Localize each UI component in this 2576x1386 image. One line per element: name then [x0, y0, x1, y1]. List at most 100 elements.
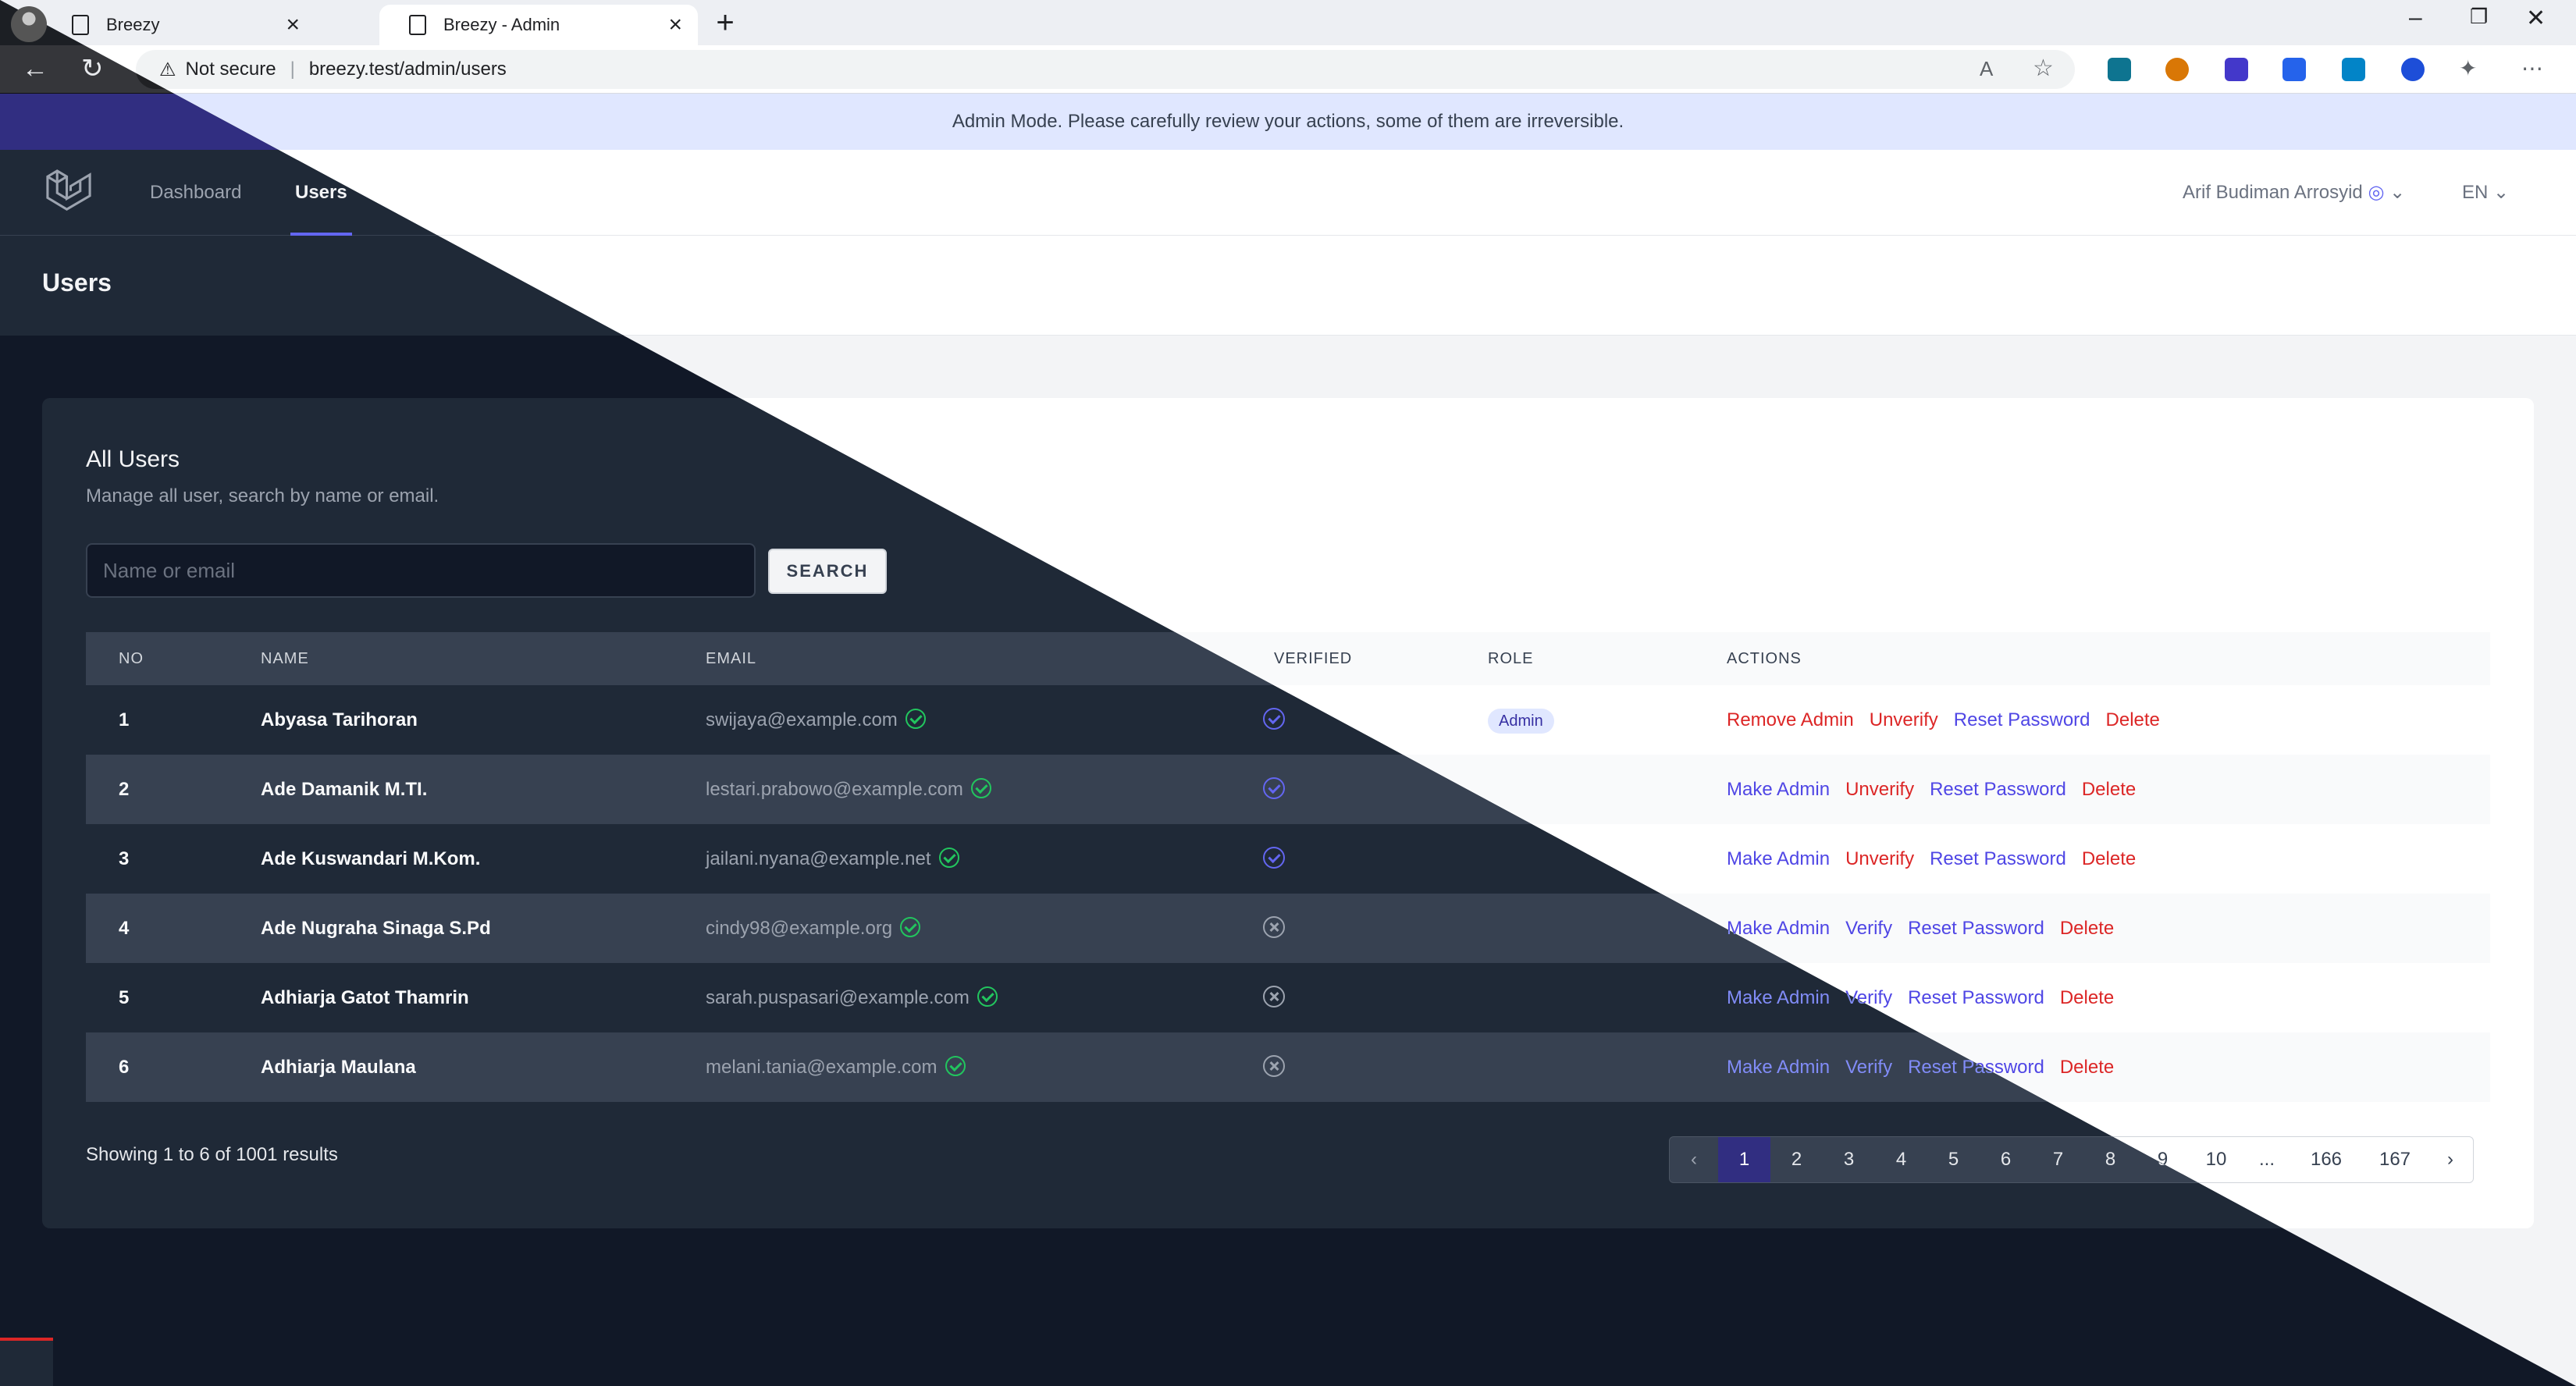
chevron-down-icon: ⌄ [2493, 182, 2510, 203]
more-menu-icon[interactable]: ⋯ [2521, 53, 2543, 84]
reload-icon[interactable]: ↻ [81, 53, 104, 84]
email-check-icon [938, 847, 959, 868]
make-admin-link[interactable]: Make Admin [1727, 1057, 1830, 1078]
extensions-puzzle-icon[interactable]: ✦ [2459, 53, 2477, 84]
unverified-x-icon [1263, 915, 1285, 938]
page-link[interactable]: 10 [2189, 1137, 2243, 1182]
close-tab-icon[interactable]: × [286, 13, 300, 37]
browser-tab-active[interactable]: Breezy - Admin × [379, 5, 698, 45]
url-separator: | [290, 59, 295, 80]
search-button[interactable]: SEARCH [768, 549, 887, 594]
page-icon [72, 15, 89, 35]
email-check-icon [900, 916, 921, 937]
verified-cell [1263, 963, 1285, 1032]
page-link[interactable]: 6 [1980, 1137, 2032, 1182]
next-page-icon[interactable]: › [2428, 1137, 2473, 1182]
actions-cell: Make Admin Unverify Reset Password Delete [1727, 755, 2151, 824]
page-icon [409, 15, 426, 35]
user-name-cell: Adhiarja Gatot Thamrin [261, 987, 469, 1008]
column-header: ROLE [1488, 650, 1534, 667]
close-tab-icon[interactable]: × [668, 13, 682, 37]
close-window-icon[interactable]: ✕ [2526, 5, 2546, 32]
actions-cell: Make Admin Unverify Reset Password Delete [1727, 824, 2151, 894]
extension-icon[interactable] [2108, 58, 2131, 81]
page-link[interactable]: 2 [1770, 1137, 1823, 1182]
user-menu[interactable]: Arif Budiman Arrosyid ◎ ⌄ [2183, 150, 2405, 236]
actions-cell: Make Admin Verify Reset Password Delete [1727, 894, 2129, 963]
page-title: Users [42, 268, 112, 297]
extension-icon[interactable] [2282, 58, 2306, 81]
extension-icon[interactable] [2342, 58, 2365, 81]
reset-password-link[interactable]: Reset Password [1908, 987, 2044, 1008]
new-tab-icon[interactable]: + [707, 5, 743, 41]
language-label: EN [2462, 182, 2489, 203]
extension-icon[interactable] [2401, 58, 2425, 81]
column-header: VERIFIED [1274, 650, 1353, 667]
remove-admin-link[interactable]: Remove Admin [1727, 709, 1854, 730]
page-link[interactable]: 4 [1875, 1137, 1927, 1182]
favorite-star-icon[interactable]: ☆ [2033, 53, 2054, 84]
unverify-link[interactable]: Unverify [1845, 779, 1914, 800]
verify-link[interactable]: Verify [1845, 1057, 1892, 1078]
make-admin-link[interactable]: Make Admin [1727, 987, 1830, 1008]
language-switcher[interactable]: EN ⌄ [2462, 150, 2509, 236]
screen: Breezy × Breezy - Admin × + – ❐ ✕ ← ↻ ⚠ No… [0, 0, 2576, 1386]
delete-link[interactable]: Delete [2060, 918, 2114, 939]
actions-cell: Remove Admin Unverify Reset Password Delete [1727, 685, 2176, 755]
email-check-icon [945, 1055, 966, 1076]
unverify-link[interactable]: Unverify [1870, 709, 1938, 730]
page-link[interactable]: 7 [2032, 1137, 2084, 1182]
delete-link[interactable]: Delete [2082, 779, 2136, 800]
email-check-icon [970, 777, 991, 798]
unverified-x-icon [1263, 985, 1285, 1008]
page-link[interactable]: 3 [1823, 1137, 1875, 1182]
verified-badge-icon: ◎ [2368, 182, 2385, 203]
restore-icon[interactable]: ❐ [2470, 5, 2488, 29]
user-name: Arif Budiman Arrosyid [2183, 182, 2363, 203]
delete-link[interactable]: Delete [2082, 848, 2136, 869]
make-admin-link[interactable]: Make Admin [1727, 779, 1830, 800]
reset-password-link[interactable]: Reset Password [1930, 848, 2066, 869]
minimize-icon[interactable]: – [2409, 5, 2422, 31]
laravel-logo-icon[interactable] [44, 167, 94, 217]
reset-password-link[interactable]: Reset Password [1954, 709, 2090, 730]
verify-link[interactable]: Verify [1845, 918, 1892, 939]
search-input[interactable]: Name or email [86, 543, 756, 598]
page-link[interactable]: 5 [1927, 1137, 1980, 1182]
not-secure-label: Not secure [185, 59, 276, 80]
row-number: 1 [119, 709, 130, 730]
extension-icon[interactable] [2165, 58, 2189, 81]
delete-link[interactable]: Delete [2106, 709, 2160, 730]
delete-link[interactable]: Delete [2060, 1057, 2114, 1078]
card-title: All Users [86, 446, 180, 472]
column-header: NAME [261, 650, 309, 667]
email-cell: jailani.nyana@example.net [706, 824, 959, 894]
page-link[interactable]: 1 [1718, 1137, 1770, 1182]
verified-check-icon [1263, 707, 1285, 730]
reset-password-link[interactable]: Reset Password [1930, 779, 2066, 800]
extension-icon[interactable] [2225, 58, 2248, 81]
read-aloud-icon[interactable]: A [1980, 53, 1993, 84]
reset-password-link[interactable]: Reset Password [1908, 918, 2044, 939]
page-link[interactable]: 167 [2362, 1137, 2428, 1182]
previous-page-icon[interactable]: ‹ [1670, 1137, 1718, 1182]
make-admin-link[interactable]: Make Admin [1727, 848, 1830, 869]
unverify-link[interactable]: Unverify [1845, 848, 1914, 869]
profile-avatar[interactable] [11, 6, 47, 42]
url-field[interactable]: ⚠ Not secure | breezy.test/admin/users [136, 50, 2075, 89]
browser-tab-bar: Breezy × Breezy - Admin × + – ❐ ✕ [0, 0, 2576, 45]
verified-check-icon [1263, 777, 1285, 799]
page-link[interactable]: 166 [2290, 1137, 2362, 1182]
tab-title: Breezy - Admin [443, 15, 560, 34]
verified-cell [1263, 894, 1285, 963]
role-badge: Admin [1488, 708, 1554, 734]
back-icon[interactable]: ← [22, 53, 48, 84]
email-cell: melani.tania@example.com [706, 1032, 966, 1102]
row-number: 3 [119, 848, 130, 869]
nav-dashboard[interactable]: Dashboard [150, 150, 241, 236]
column-header: ACTIONS [1727, 650, 1802, 667]
delete-link[interactable]: Delete [2060, 987, 2114, 1008]
debugbar-laravel-icon[interactable] [0, 1338, 53, 1386]
make-admin-link[interactable]: Make Admin [1727, 918, 1830, 939]
column-header: NO [119, 650, 144, 667]
